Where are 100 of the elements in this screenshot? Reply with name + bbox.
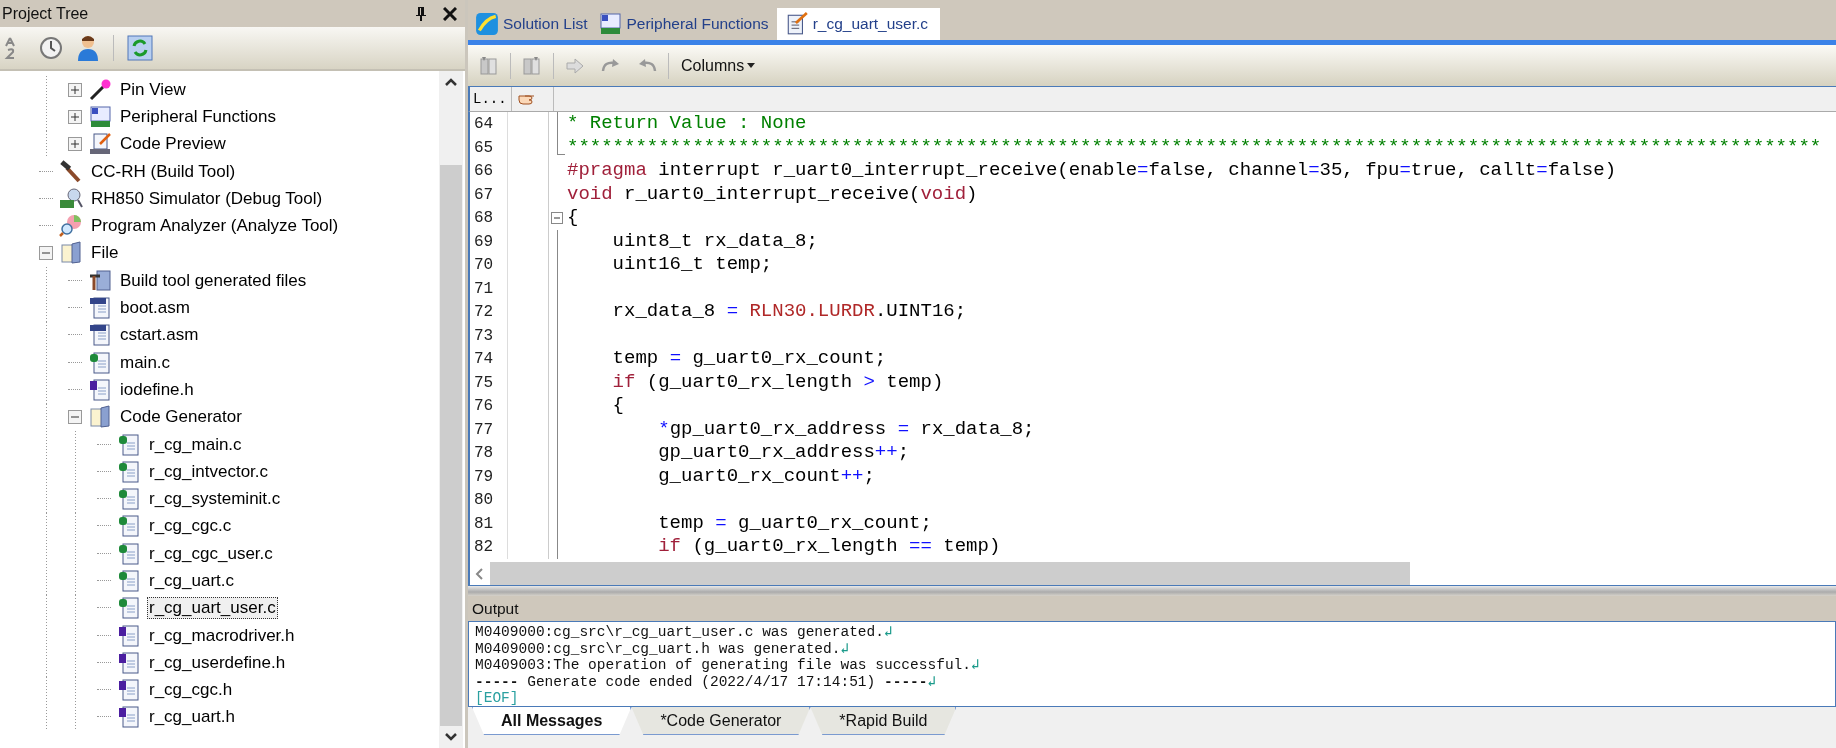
panel-title: Project Tree (2, 4, 89, 23)
source-file-icon (117, 705, 141, 730)
chip-grid-icon (88, 104, 112, 129)
code-line: { (611, 394, 624, 418)
line-number: 71 (470, 276, 508, 300)
pie-magnifier-icon (59, 214, 83, 239)
code-line: temp = g_uart0_rx_count; (611, 347, 887, 371)
line-number: 80 (470, 488, 508, 512)
tree-item[interactable]: Peripheral Functions (118, 105, 278, 128)
line-number: 72 (470, 300, 508, 324)
tree-item[interactable]: iodefine.h (118, 378, 196, 401)
output-tab[interactable]: *Code Generator (631, 707, 811, 735)
tree-item[interactable]: cstart.asm (118, 324, 201, 347)
code-line: gp_uart0_rx_address++; (657, 441, 910, 465)
code-line: g_uart0_rx_count++; (657, 464, 875, 488)
clock-icon[interactable] (39, 36, 63, 60)
log-line: M0409003:The operation of generating file was successful.↲ (475, 657, 981, 674)
hammer-icon (59, 159, 83, 184)
tree-item[interactable]: r_cg_systeminit.c (147, 488, 283, 511)
code-line: #pragma interrupt r_uart0_interrupt_receive(enable=false, channel=35, fpu=true, callt=false) (567, 159, 1617, 183)
tree-item[interactable]: r_cg_uart_user.c (147, 597, 278, 620)
editor-tab[interactable]: r_cg_uart_user.c (776, 8, 941, 40)
scrollbar-thumb[interactable] (440, 165, 462, 726)
user-icon[interactable] (76, 35, 100, 61)
line-number: 66 (470, 159, 508, 183)
line-number: 74 (470, 347, 508, 371)
source-file-icon (88, 350, 112, 375)
folder-icon (59, 241, 83, 266)
code-line: uint8_t rx_data_8; (611, 229, 818, 253)
line-number: 77 (470, 417, 508, 441)
tree-item[interactable]: RH850 Simulator (Debug Tool) (89, 187, 325, 210)
vertical-scrollbar[interactable] (439, 71, 463, 748)
tree-item[interactable]: r_cg_macrodriver.h (147, 624, 297, 647)
tree-item[interactable]: r_cg_main.c (147, 433, 244, 456)
line-number: 76 (470, 394, 508, 418)
code-line: ************************************************************************************************************** (567, 135, 1822, 159)
source-file-icon (88, 323, 112, 348)
tree-item[interactable]: File (89, 242, 121, 265)
log-line: [EOF] (475, 690, 520, 706)
log-line: M0409000:cg_src\r_cg_uart_user.c was generated.↲ (475, 624, 894, 641)
code-line: *gp_uart0_rx_address = rx_data_8; (657, 417, 1035, 441)
code-line: { (567, 206, 579, 230)
tree-item[interactable]: Code Generator (118, 406, 244, 429)
source-file-icon (117, 650, 141, 675)
code-line: * Return Value : None (567, 112, 807, 136)
horizontal-scrollbar[interactable] (468, 562, 1836, 586)
tree-item[interactable]: Build tool generated files (118, 269, 309, 292)
expander-icon[interactable] (68, 109, 82, 124)
line-number: 70 (470, 253, 508, 277)
line-number: 73 (470, 323, 508, 347)
expander-icon[interactable] (39, 246, 53, 261)
editor-tab[interactable]: Solution List (472, 8, 594, 40)
output-tab[interactable]: All Messages (472, 707, 632, 735)
tree-item[interactable]: r_cg_cgc_user.c (147, 542, 275, 565)
scrollbar-thumb[interactable] (490, 562, 1410, 585)
line-number: 67 (470, 182, 508, 206)
log-line: ----- Generate code ended (2022/4/17 17:14:51) -----↲ (475, 673, 938, 690)
tree-item[interactable]: main.c (118, 351, 173, 374)
code-editor[interactable] (468, 112, 1836, 562)
columns-menu-button[interactable]: Columns (675, 52, 762, 79)
bookmark-icon (521, 54, 543, 77)
source-file-icon (117, 459, 141, 484)
solution-icon (475, 12, 499, 36)
tree-item[interactable]: r_cg_userdefine.h (147, 651, 288, 674)
source-file-icon (117, 514, 141, 539)
source-file-icon (117, 678, 141, 703)
source-file-icon (117, 541, 141, 566)
line-number: 78 (470, 441, 508, 465)
tree-item[interactable]: CC-RH (Build Tool) (89, 160, 238, 183)
tree-item[interactable]: Code Preview (118, 133, 228, 156)
tree-item[interactable]: r_cg_uart.c (147, 570, 237, 592)
editor-tab[interactable]: Peripheral Functions (595, 8, 775, 40)
line-number: 69 (470, 229, 508, 253)
expander-icon[interactable] (68, 82, 82, 97)
output-tab[interactable]: *Rapid Build (810, 707, 957, 735)
tree-item[interactable]: r_cg_uart.h (147, 706, 237, 729)
collapse-icon[interactable] (551, 212, 563, 224)
code-line: temp = g_uart0_rx_count; (657, 511, 932, 535)
tree-item[interactable]: boot.asm (118, 297, 192, 319)
code-line: rx_data_8 = RLN30.LURDR.UINT16; (611, 300, 967, 324)
close-icon[interactable] (443, 6, 457, 21)
expander-icon[interactable] (68, 137, 82, 152)
line-number: 82 (470, 535, 508, 559)
code-line: uint16_t temp; (611, 253, 773, 277)
chip-grid-icon (598, 12, 623, 36)
tree-item[interactable]: r_cg_cgc.c (147, 515, 234, 538)
tree-item[interactable]: r_cg_cgc.h (147, 679, 235, 702)
refresh-icon[interactable] (127, 35, 153, 61)
tree-item[interactable]: r_cg_intvector.c (147, 460, 271, 483)
source-file-icon (117, 596, 141, 621)
expander-icon[interactable] (68, 410, 82, 425)
column-header[interactable]: L... (470, 87, 512, 111)
pin-icon[interactable] (415, 5, 427, 22)
caret-icon (747, 63, 756, 68)
line-number: 75 (470, 370, 508, 394)
source-file-icon (117, 487, 141, 512)
code-line: if (g_uart0_rx_length == temp) (657, 535, 1001, 559)
code-line: if (g_uart0_rx_length > temp) (611, 370, 944, 394)
tree-item[interactable]: Pin View (118, 78, 188, 101)
tree-item[interactable]: Program Analyzer (Analyze Tool) (89, 215, 341, 238)
